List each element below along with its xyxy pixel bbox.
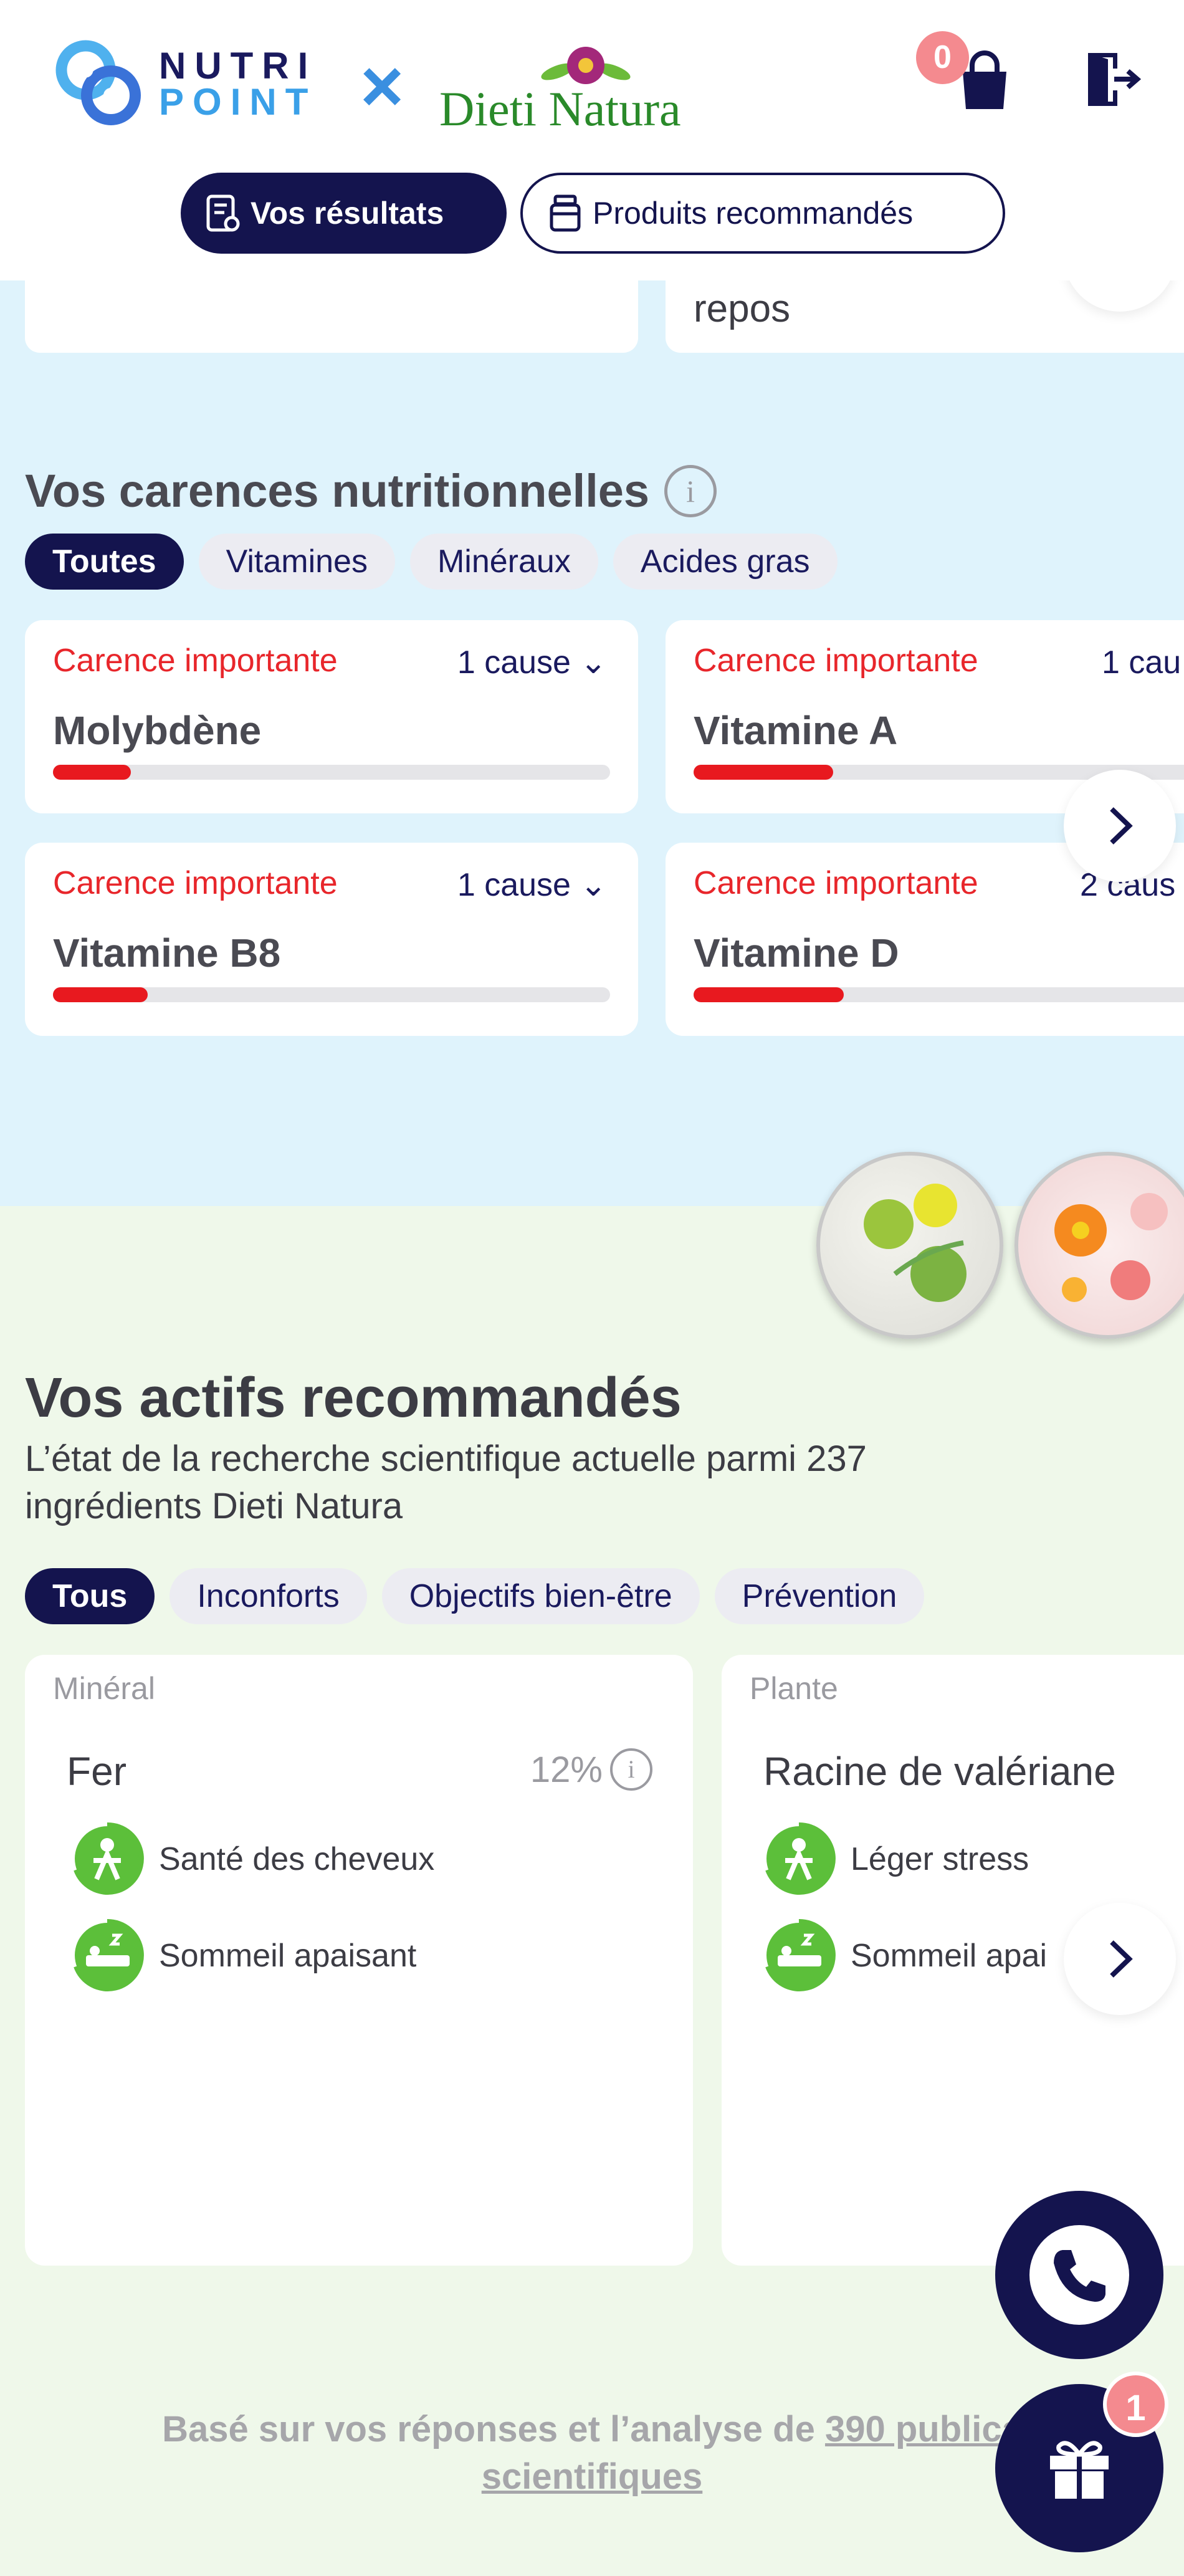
filter-mineraux[interactable]: Minéraux: [409, 534, 598, 590]
severity-label: Carence importante: [694, 865, 978, 901]
tab-produits-recommandes[interactable]: Produits recommandés: [520, 173, 1005, 254]
deficiency-card[interactable]: Carence importante 1 cause ⌄ Vitamine B8: [25, 843, 638, 1036]
deficiency-card[interactable]: Carence importante 1 cause ⌄ Molybdène: [25, 620, 638, 813]
actives-title: Vos actifs recommandés: [25, 1367, 682, 1429]
app-header: NUTRI POINT × Dieti Natura 0 Vos résulta…: [0, 0, 1184, 280]
benefit-label: Léger stress: [851, 1841, 1029, 1877]
filter-vitamines[interactable]: Vitamines: [198, 534, 395, 590]
filter-prevention[interactable]: Prévention: [714, 1568, 925, 1624]
benefit-item: Sommeil apai: [760, 1917, 1047, 1994]
nutrient-name: Vitamine D: [694, 931, 899, 975]
logout-icon[interactable]: [1083, 50, 1142, 109]
nutrient-name: Molybdène: [53, 708, 262, 753]
card-text: repos: [694, 287, 791, 330]
publications-link-cont[interactable]: scientifiques: [482, 2456, 703, 2497]
nutripoint-wordmark: NUTRI POINT: [159, 45, 317, 123]
benefit-label: Sommeil apaisant: [159, 1937, 417, 1974]
active-card[interactable]: Minéral Fer 12% i Santé des cheveux Somme…: [25, 1655, 693, 2266]
deficiency-bar-fill: [53, 987, 148, 1002]
deficiency-bar: [694, 987, 1184, 1002]
hair-health-icon: [74, 1822, 144, 1895]
benefit-item: Léger stress: [760, 1820, 1029, 1898]
deficiency-bar-fill: [694, 765, 833, 780]
deficiencies-title: Vos carences nutritionnelles i: [25, 464, 717, 517]
cause-toggle[interactable]: 1 cause ⌄: [457, 644, 607, 681]
dieti-natura-logo[interactable]: Dieti Natura: [439, 37, 726, 137]
nutrient-name: Vitamine A: [694, 708, 898, 753]
deficiency-filters: Toutes Vitamines Minéraux Acides gras: [25, 534, 838, 590]
stress-icon: [765, 1822, 836, 1895]
active-name: Racine de valériane: [763, 1749, 1116, 1794]
tab-vos-resultats[interactable]: Vos résultats: [181, 173, 507, 254]
severity-label: Carence importante: [53, 643, 338, 679]
filter-toutes[interactable]: Toutes: [25, 534, 184, 590]
deficiency-carousel-next[interactable]: [1064, 770, 1176, 882]
chevron-down-icon: ⌄: [580, 644, 607, 681]
actives-subtitle: L’état de la recherche scientifique actu…: [25, 1439, 867, 1526]
sleep-icon: [74, 1918, 144, 1991]
benefit-label: Sommeil apai: [851, 1937, 1048, 1974]
cause-label: 1 cause: [457, 867, 571, 903]
gift-icon: [1050, 2441, 1109, 2499]
chevron-right-icon: [1110, 807, 1133, 845]
orange-flowers-illustration: [1054, 1193, 1168, 1302]
active-kind: Plante: [750, 1671, 838, 1706]
gift-count-badge: 1: [1103, 2372, 1168, 2437]
product-jar-icon: [550, 194, 581, 232]
publications-link[interactable]: 390 publica: [825, 2409, 1022, 2449]
nutripoint-logo[interactable]: NUTRI POINT: [53, 37, 317, 131]
filter-inconforts[interactable]: Inconforts: [169, 1568, 367, 1624]
brand-line2: POINT: [159, 81, 317, 123]
brand-line1: NUTRI: [159, 45, 317, 87]
chevron-down-icon: ⌄: [580, 867, 607, 903]
info-icon[interactable]: i: [610, 1748, 652, 1791]
phone-icon: [1029, 2225, 1129, 2325]
partnership-x-icon: ×: [360, 44, 404, 128]
cart-count-badge: 0: [916, 31, 969, 84]
filter-objectifs-bien-etre[interactable]: Objectifs bien-être: [381, 1568, 700, 1624]
tab-label: Produits recommandés: [593, 196, 914, 231]
active-name: Fer: [67, 1749, 127, 1794]
section-heading: Vos carences nutritionnelles: [25, 465, 650, 517]
call-button[interactable]: [995, 2191, 1163, 2359]
deficiency-bar: [53, 987, 610, 1002]
benefit-label: Santé des cheveux: [159, 1841, 435, 1877]
benefit-item: Santé des cheveux: [69, 1820, 434, 1898]
deficiency-bar-fill: [694, 987, 844, 1002]
petri-dish-image: [816, 1152, 1003, 1339]
filter-tous[interactable]: Tous: [25, 1568, 155, 1624]
nutripoint-logo-icon: [55, 40, 141, 125]
cause-label: 1 cause: [457, 644, 571, 681]
document-icon: [206, 194, 240, 232]
previous-card-left[interactable]: [25, 280, 638, 353]
benefit-item: Sommeil apaisant: [69, 1917, 416, 1994]
severity-label: Carence importante: [694, 643, 978, 679]
deficiency-bar: [53, 765, 610, 780]
actives-filters: Tous Inconforts Objectifs bien-être Prév…: [25, 1568, 925, 1624]
sources-prefix: Basé sur vos réponses et l’analyse de: [162, 2409, 825, 2449]
deficiency-bar-fill: [53, 765, 131, 780]
percent-value: 12%: [530, 1749, 603, 1790]
partner-name: Dieti Natura: [439, 82, 681, 136]
filter-acides-gras[interactable]: Acides gras: [613, 534, 838, 590]
active-kind: Minéral: [53, 1671, 155, 1706]
info-icon[interactable]: i: [664, 464, 717, 517]
actives-carousel-next[interactable]: [1064, 1903, 1176, 2015]
cause-label[interactable]: 1 cau: [1102, 644, 1181, 681]
nutrient-name: Vitamine B8: [53, 931, 281, 975]
green-flowers-illustration: [864, 1184, 967, 1302]
sleep-icon: [765, 1918, 836, 1991]
tab-label: Vos résultats: [251, 196, 444, 231]
chevron-right-icon: [1110, 1940, 1133, 1978]
cause-toggle[interactable]: 1 cause ⌄: [457, 866, 607, 904]
severity-label: Carence importante: [53, 865, 338, 901]
active-percent: 12% i: [530, 1748, 652, 1791]
